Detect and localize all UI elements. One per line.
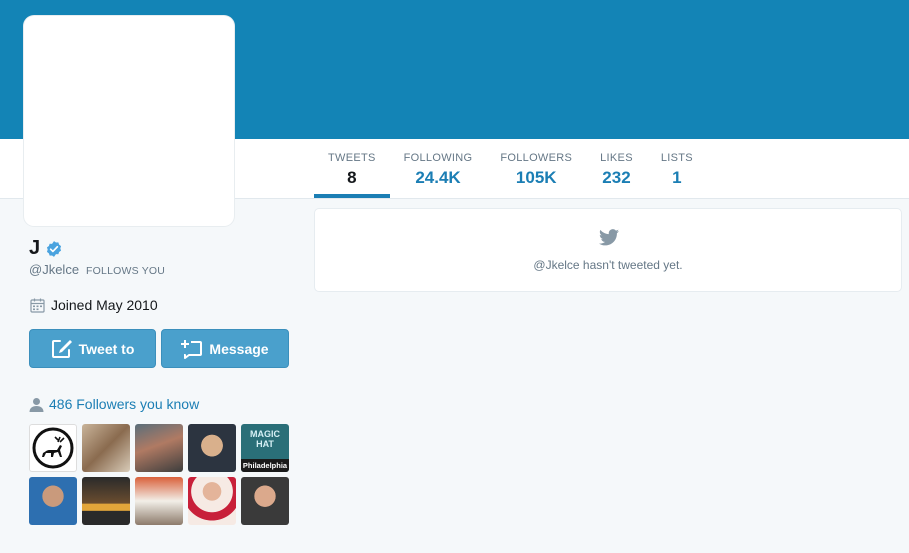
- message-label: Message: [209, 340, 269, 357]
- empty-timeline-message: @Jkelce hasn't tweeted yet.: [533, 258, 683, 272]
- user-icon: [29, 397, 44, 412]
- timeline-empty-state: @Jkelce hasn't tweeted yet.: [314, 208, 902, 292]
- follower-avatar[interactable]: [188, 424, 236, 472]
- message-button[interactable]: Message: [161, 329, 289, 368]
- stat-followers[interactable]: FOLLOWERS 105K: [486, 139, 586, 198]
- calendar-icon: [30, 298, 45, 313]
- message-icon: [181, 339, 203, 359]
- deer-logo-icon: [32, 427, 74, 469]
- profile-handle-row: @Jkelce FOLLOWS YOU: [29, 262, 165, 277]
- stat-lists[interactable]: LISTS 1: [647, 139, 707, 198]
- stat-label: FOLLOWERS: [500, 152, 573, 164]
- follows-you-badge: FOLLOWS YOU: [86, 265, 166, 277]
- follower-avatar[interactable]: [135, 477, 183, 525]
- follower-avatar[interactable]: [82, 477, 130, 525]
- stat-label: FOLLOWING: [403, 152, 473, 164]
- profile-name-row: J: [29, 237, 63, 260]
- tweet-to-label: Tweet to: [78, 340, 135, 357]
- stat-label: TWEETS: [328, 152, 376, 164]
- magic-hat-logo-text: MAGIC HAT: [250, 429, 280, 449]
- stat-value: 8: [347, 168, 357, 187]
- follower-avatar[interactable]: [135, 424, 183, 472]
- stat-value: 1: [672, 168, 682, 187]
- profile-stats: TWEETS 8 FOLLOWING 24.4K FOLLOWERS 105K …: [314, 139, 707, 198]
- profile-handle[interactable]: @Jkelce: [29, 262, 79, 277]
- join-date-row: Joined May 2010: [30, 297, 158, 313]
- follower-avatar[interactable]: [241, 477, 289, 525]
- verified-badge-icon: [47, 240, 62, 257]
- profile-avatar[interactable]: [24, 16, 234, 226]
- follower-avatar[interactable]: [29, 424, 77, 472]
- follower-avatar[interactable]: [188, 477, 236, 525]
- compose-icon: [51, 339, 72, 358]
- stat-likes[interactable]: LIKES 232: [586, 139, 647, 198]
- followers-you-know-link[interactable]: 486 Followers you know: [49, 396, 199, 412]
- follower-avatar[interactable]: [82, 424, 130, 472]
- follower-avatar[interactable]: [29, 477, 77, 525]
- twitter-bird-icon: [599, 229, 619, 246]
- stat-following[interactable]: FOLLOWING 24.4K: [390, 139, 487, 198]
- follower-avatar[interactable]: MAGIC HAT Philadelphia: [241, 424, 289, 472]
- stat-tweets[interactable]: TWEETS 8: [314, 139, 390, 198]
- magic-hat-city-text: Philadelphia: [241, 459, 289, 472]
- tweet-to-button[interactable]: Tweet to: [29, 329, 156, 368]
- stat-value: 105K: [515, 168, 557, 187]
- join-date: Joined May 2010: [51, 297, 158, 313]
- followers-you-know-row: 486 Followers you know: [29, 396, 199, 412]
- stat-value: 232: [602, 168, 631, 187]
- stat-value: 24.4K: [415, 168, 461, 187]
- followers-you-know-grid: MAGIC HAT Philadelphia: [29, 424, 289, 525]
- profile-name[interactable]: J: [29, 237, 40, 260]
- stat-label: LISTS: [660, 152, 693, 164]
- stat-label: LIKES: [600, 152, 633, 164]
